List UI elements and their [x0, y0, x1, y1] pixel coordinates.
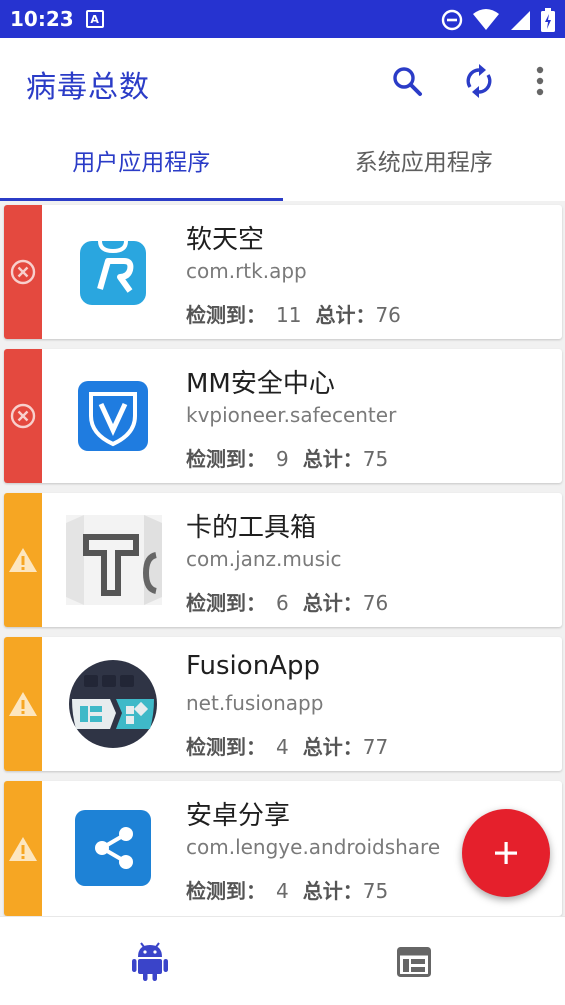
share-logo-icon: [68, 803, 158, 893]
detected-count: 6: [276, 591, 289, 615]
app-name: 安卓分享: [186, 795, 290, 832]
app-name: 卡的工具箱: [186, 507, 316, 544]
total-count: 77: [363, 735, 388, 759]
search-icon[interactable]: [391, 65, 423, 97]
dnd-icon: [441, 9, 463, 31]
detected-count: 4: [276, 735, 289, 759]
detected-count: 4: [276, 879, 289, 903]
app-list-item[interactable]: FusionApp net.fusionapp 检测到： 4 总计：77: [4, 637, 562, 771]
total-count: 76: [375, 303, 400, 327]
wifi-icon: [473, 9, 499, 31]
detected-label: 检测到：: [186, 879, 266, 903]
tab-system-apps[interactable]: 系统应用程序: [283, 126, 565, 201]
more-options-icon[interactable]: [535, 66, 545, 96]
app-name: MM安全中心: [186, 363, 335, 400]
t-logo-icon: [66, 515, 162, 605]
error-circle-icon: [10, 403, 36, 429]
web-layout-icon: [397, 947, 431, 977]
app-bar-actions: [391, 64, 545, 98]
android-icon: [132, 941, 168, 981]
warning-triangle-icon: [8, 547, 38, 573]
nav-reports[interactable]: [397, 947, 431, 981]
total-label: 总计：: [303, 591, 363, 615]
status-strip: [4, 781, 42, 916]
status-bar: 10:23 A: [0, 0, 565, 38]
status-strip: [4, 493, 42, 627]
page-title: 病毒总数: [26, 62, 150, 106]
notification-a-icon: A: [86, 10, 104, 28]
rtk-logo-icon: [68, 227, 158, 317]
tab-user-apps[interactable]: 用户应用程序: [0, 126, 283, 201]
status-strip: [4, 349, 42, 483]
status-strip: [4, 637, 42, 771]
scan-stats: 检测到： 6 总计：76: [186, 587, 388, 616]
sync-icon[interactable]: [463, 64, 495, 98]
tab-bar: 用户应用程序 系统应用程序: [0, 126, 565, 201]
app-bar: 病毒总数: [0, 38, 565, 127]
error-circle-icon: [10, 259, 36, 285]
warning-triangle-icon: [8, 836, 38, 862]
app-package: com.lengye.androidshare: [186, 835, 440, 859]
plus-icon: [493, 840, 519, 866]
signal-icon: [509, 9, 531, 31]
fusionapp-logo-icon: [68, 659, 158, 749]
scan-stats: 检测到： 9 总计：75: [186, 443, 388, 472]
app-list-item[interactable]: 卡的工具箱 com.janz.music 检测到： 6 总计：76: [4, 493, 562, 627]
app-package: net.fusionapp: [186, 691, 323, 715]
app-name: 软天空: [186, 219, 264, 256]
nav-apps[interactable]: [132, 941, 168, 985]
app-name: FusionApp: [186, 651, 320, 681]
warning-triangle-icon: [8, 691, 38, 717]
status-time: 10:23: [10, 7, 74, 31]
status-icons: [441, 8, 555, 32]
app-list-item[interactable]: MM安全中心 kvpioneer.safecenter 检测到： 9 总计：75: [4, 349, 562, 483]
add-fab-button[interactable]: [462, 809, 550, 897]
battery-icon: [541, 8, 555, 32]
detected-label: 检测到：: [186, 735, 266, 759]
scan-stats: 检测到： 4 总计：77: [186, 731, 388, 760]
total-label: 总计：: [303, 879, 363, 903]
app-list-item[interactable]: 软天空 com.rtk.app 检测到： 11 总计：76: [4, 205, 562, 339]
app-package: com.rtk.app: [186, 259, 307, 283]
detected-label: 检测到：: [186, 591, 266, 615]
total-count: 75: [363, 879, 388, 903]
status-strip: [4, 205, 42, 339]
scan-stats: 检测到： 11 总计：76: [186, 299, 401, 328]
shield-v-logo-icon: [68, 371, 158, 461]
detected-label: 检测到：: [186, 447, 266, 471]
detected-count: 11: [276, 303, 301, 327]
bottom-navigation: [0, 916, 565, 1005]
total-count: 76: [363, 591, 388, 615]
scan-stats: 检测到： 4 总计：75: [186, 875, 388, 904]
app-package: kvpioneer.safecenter: [186, 403, 396, 427]
app-package: com.janz.music: [186, 547, 342, 571]
total-label: 总计：: [315, 303, 375, 327]
total-label: 总计：: [303, 447, 363, 471]
total-label: 总计：: [303, 735, 363, 759]
detected-count: 9: [276, 447, 289, 471]
total-count: 75: [363, 447, 388, 471]
detected-label: 检测到：: [186, 303, 266, 327]
